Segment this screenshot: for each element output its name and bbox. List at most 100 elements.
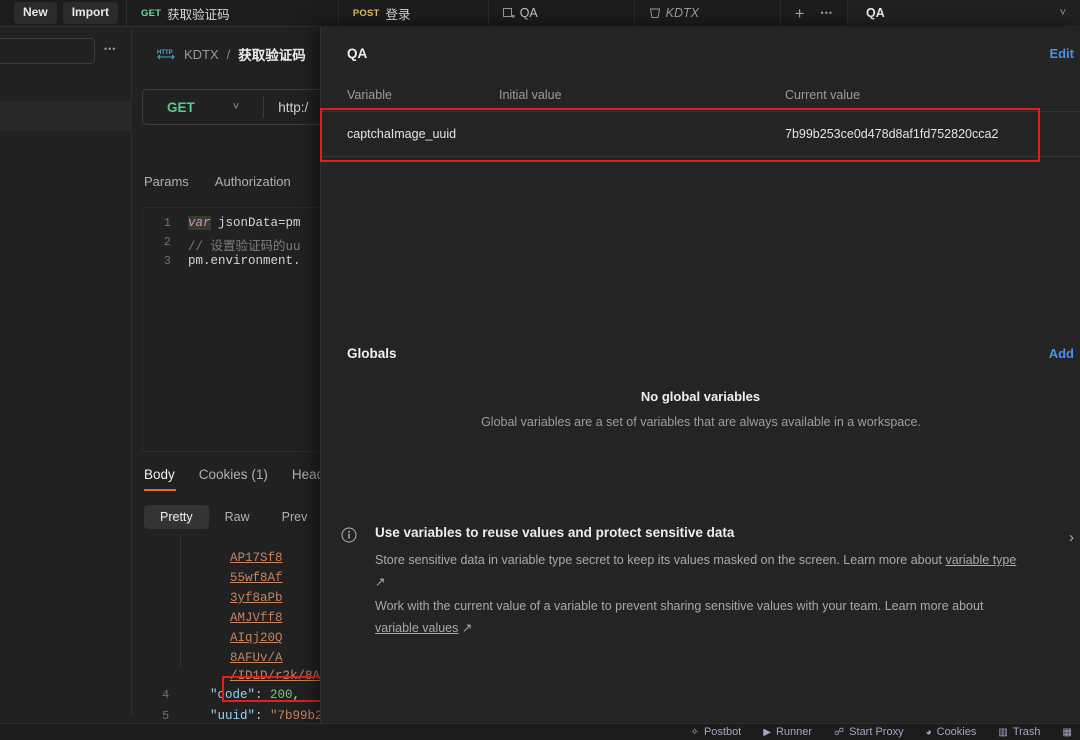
response-b64-fragment: AMJVff8 bbox=[230, 611, 283, 625]
add-global-link[interactable]: Add bbox=[1049, 346, 1074, 361]
collapse-banner-icon[interactable]: › bbox=[1069, 529, 1074, 546]
import-button[interactable]: Import bbox=[62, 2, 119, 24]
request-tabs: Params Authorization bbox=[144, 174, 291, 189]
response-line: "code": 200, bbox=[210, 688, 300, 702]
tab-strip: New Import GET 获取验证码 POST 登录 QA KDTX + •… bbox=[0, 0, 1080, 27]
status-bar: ✧ Postbot ▶ Runner ☍ Start Proxy ◕ Cooki… bbox=[0, 723, 1080, 740]
line-number: 2 bbox=[163, 235, 171, 249]
tab-authorization[interactable]: Authorization bbox=[215, 174, 291, 189]
status-trash[interactable]: ▥ Trash bbox=[998, 726, 1040, 738]
proxy-icon: ☍ bbox=[834, 726, 845, 738]
sidebar: ••• bbox=[0, 27, 132, 740]
json-key: "uuid" bbox=[210, 709, 256, 723]
tab-method-label: POST bbox=[352, 7, 380, 19]
status-runner-label: Runner bbox=[775, 726, 813, 738]
info-banner-title: Use variables to reuse values and protec… bbox=[375, 525, 735, 540]
environment-quick-look-panel: QA Edit Variable Initial value Current v… bbox=[320, 27, 1080, 723]
tab-cookies[interactable]: Cookies (1) bbox=[199, 467, 268, 482]
code-line: pm.environment. bbox=[188, 254, 301, 268]
table-row[interactable]: captchaImage_uuid 7b99b253ce0d478d8af1fd… bbox=[321, 111, 1080, 157]
tab-body[interactable]: Body bbox=[144, 467, 175, 482]
format-raw[interactable]: Raw bbox=[209, 505, 266, 529]
code-line: var jsonData=pm bbox=[188, 216, 301, 230]
response-tabs: Body Cookies (1) Heade bbox=[144, 467, 332, 482]
trash-icon bbox=[649, 8, 660, 18]
external-link-icon: ↗ bbox=[461, 621, 473, 635]
tab-trash-kdtx[interactable]: KDTX bbox=[635, 0, 781, 26]
json-sep: : bbox=[255, 688, 271, 702]
variable-values-link[interactable]: variable values bbox=[375, 621, 458, 635]
status-runner[interactable]: ▶ Runner bbox=[763, 726, 812, 738]
runner-icon: ▶ bbox=[763, 726, 771, 738]
info-banner-paragraph-1: Store sensitive data in variable type se… bbox=[375, 549, 1030, 593]
line-number: 1 bbox=[163, 216, 171, 230]
tab-title: KDTX bbox=[665, 6, 699, 20]
globals-empty-title: No global variables bbox=[640, 389, 761, 404]
environment-variables-table: Variable Initial value Current value cap… bbox=[321, 79, 1080, 157]
table-header: Variable Initial value Current value bbox=[321, 79, 1080, 111]
status-start-proxy[interactable]: ☍ Start Proxy bbox=[834, 726, 904, 738]
code-keyword: var bbox=[188, 216, 211, 230]
variable-type-link[interactable]: variable type bbox=[945, 553, 1016, 567]
response-b64-fragment: 8AFUv/A bbox=[230, 651, 283, 665]
environment-selector[interactable]: QA ˅ bbox=[848, 0, 1080, 26]
variable-current-value[interactable]: 7b99b253ce0d478d8af1fd752820cca2 bbox=[785, 127, 1054, 141]
status-layout[interactable]: ▦ bbox=[1063, 727, 1072, 738]
external-link-icon: ↗ bbox=[375, 575, 386, 589]
divider bbox=[180, 535, 181, 667]
tab-params[interactable]: Params bbox=[144, 174, 189, 189]
chevron-down-icon[interactable]: ˅ bbox=[233, 101, 239, 113]
globals-section: Globals Add No global variables Global v… bbox=[321, 334, 1080, 484]
column-header-variable: Variable bbox=[347, 88, 392, 102]
breadcrumb: HTTP KDTX / 获取验证码 bbox=[157, 44, 306, 64]
divider bbox=[263, 96, 265, 118]
cookies-icon: ◕ bbox=[925, 726, 932, 738]
environment-panel-header: QA Edit bbox=[321, 27, 1080, 79]
method-select-value[interactable]: GET bbox=[143, 100, 195, 115]
format-preview[interactable]: Prev bbox=[266, 505, 324, 529]
globals-title: Globals bbox=[347, 346, 397, 361]
trash-icon: ▥ bbox=[998, 726, 1008, 738]
tab-method-label: GET bbox=[141, 7, 162, 19]
status-postbot-label: Postbot bbox=[703, 726, 742, 738]
tab-post-login[interactable]: POST 登录 bbox=[339, 0, 489, 26]
response-b64-fragment: 55wf8Af bbox=[230, 571, 283, 585]
line-number: 5 bbox=[162, 709, 170, 723]
info-banner-paragraph-2: Work with the current value of a variabl… bbox=[375, 595, 1030, 639]
search-input[interactable] bbox=[0, 38, 95, 64]
breadcrumb-collection[interactable]: KDTX bbox=[184, 47, 219, 62]
response-b64-fragment: 3yf8aPb bbox=[230, 591, 283, 605]
tab-title: QA bbox=[519, 6, 538, 20]
tab-more-icon[interactable]: ••• bbox=[821, 8, 833, 18]
environment-panel-title: QA bbox=[347, 46, 368, 61]
sidebar-selected-row[interactable] bbox=[0, 101, 132, 131]
breadcrumb-separator: / bbox=[226, 46, 231, 62]
json-tail: , bbox=[292, 688, 301, 702]
environment-selector-value: QA bbox=[866, 6, 885, 20]
info-icon bbox=[341, 527, 357, 543]
url-input[interactable]: http:/ bbox=[278, 100, 308, 115]
status-cookies[interactable]: ◕ Cookies bbox=[926, 726, 977, 738]
status-proxy-label: Start Proxy bbox=[849, 726, 904, 738]
column-header-current-value: Current value bbox=[785, 88, 861, 102]
response-b64-fragment: AIqj20Q bbox=[230, 631, 283, 645]
toolbar-buttons: New Import bbox=[0, 0, 126, 26]
response-b64-fragment: AP17Sf8 bbox=[230, 551, 283, 565]
sidebar-more-icon[interactable]: ••• bbox=[104, 44, 116, 54]
tab-environment-qa[interactable]: QA bbox=[489, 0, 635, 26]
json-value: 200 bbox=[270, 688, 293, 702]
add-tab-icon[interactable]: + bbox=[795, 5, 805, 22]
chevron-down-icon: ˅ bbox=[1059, 7, 1066, 19]
status-postbot[interactable]: ✧ Postbot bbox=[691, 726, 742, 738]
tab-get-captcha[interactable]: GET 获取验证码 bbox=[126, 0, 339, 26]
status-trash-label: Trash bbox=[1012, 726, 1041, 738]
new-button[interactable]: New bbox=[14, 2, 57, 24]
postbot-icon: ✧ bbox=[690, 726, 699, 738]
info-p1-text: Store sensitive data in variable type se… bbox=[375, 553, 946, 567]
tab-cookies-label: Cookies bbox=[198, 467, 248, 482]
format-pretty[interactable]: Pretty bbox=[144, 505, 209, 529]
edit-environment-link[interactable]: Edit bbox=[1049, 46, 1074, 61]
cookies-count: (1) bbox=[251, 467, 268, 482]
layout-icon: ▦ bbox=[1062, 726, 1072, 738]
line-number: 3 bbox=[163, 254, 171, 268]
